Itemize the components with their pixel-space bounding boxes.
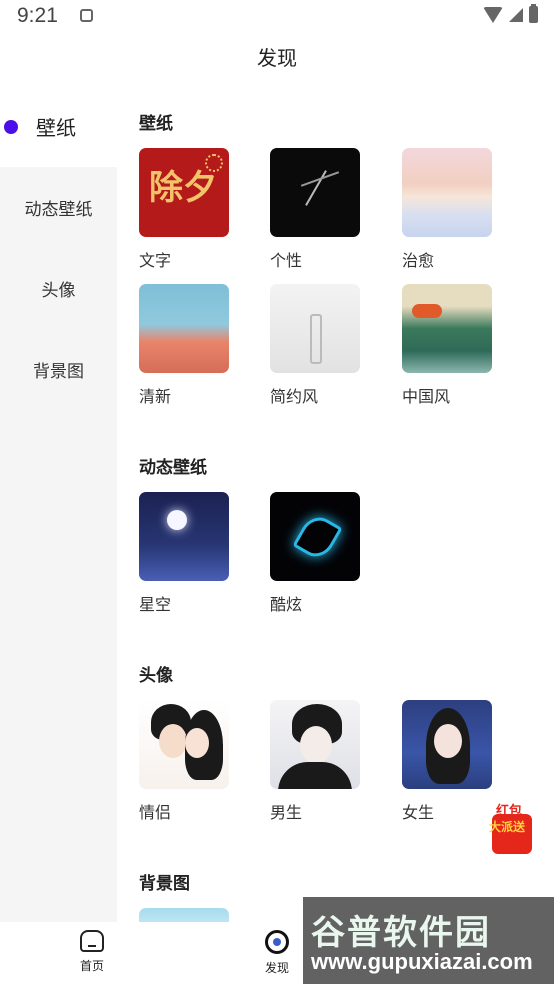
face-shape: [300, 726, 332, 764]
face-shape: [159, 724, 187, 758]
thumbnail: [402, 700, 492, 789]
battery-icon: [529, 4, 538, 23]
section-title-wallpaper: 壁纸: [139, 114, 173, 134]
thumbnail: [402, 284, 492, 373]
firework-icon: [205, 154, 223, 172]
shirt-shape: [278, 762, 352, 789]
section-title-background: 背景图: [139, 874, 190, 894]
tile-label: 治愈: [402, 251, 435, 270]
face-shape: [434, 724, 462, 758]
tile-label: 男生: [270, 803, 303, 822]
thumbnail: [139, 908, 229, 922]
tile-zhiyu[interactable]: 治愈: [402, 148, 492, 271]
thumbnail: [402, 148, 492, 237]
thumbnail: [270, 700, 360, 789]
home-icon: [80, 930, 104, 952]
thumbnail: [139, 700, 229, 789]
sidebar-item-label: 头像: [41, 280, 76, 301]
watermark-title: 谷普软件园: [311, 913, 491, 953]
active-dot-icon: [4, 120, 18, 134]
sidebar-item-avatar[interactable]: 头像: [0, 247, 117, 329]
tile-label: 简约风: [270, 387, 319, 406]
section-title-avatar: 头像: [139, 666, 173, 686]
tile-label: 女生: [402, 803, 435, 822]
nav-label: 发现: [264, 961, 289, 975]
tile-label: 酷炫: [270, 595, 303, 614]
sidebar-item-wallpaper[interactable]: 壁纸: [0, 85, 117, 167]
tile-label: 情侣: [139, 803, 172, 822]
tile-label: 星空: [139, 595, 172, 614]
tile-xingkong[interactable]: 星空: [139, 492, 229, 615]
section-title-live-wallpaper: 动态壁纸: [139, 458, 207, 478]
page-title: 发现: [257, 46, 297, 70]
tile-background-first[interactable]: [139, 908, 229, 922]
tile-zhongguo[interactable]: 中国风: [402, 284, 492, 407]
tile-nansheng[interactable]: 男生: [270, 700, 360, 823]
sidebar-item-live-wallpaper[interactable]: 动态壁纸: [0, 166, 117, 248]
nav-item-discover[interactable]: 发现: [247, 930, 307, 976]
status-bar: 9:21: [0, 0, 554, 34]
sidebar-item-label: 背景图: [33, 361, 84, 382]
tile-label: 个性: [270, 251, 303, 270]
tile-gexing[interactable]: 个性: [270, 148, 360, 271]
tile-label: 中国风: [402, 387, 451, 406]
signal-icon: [509, 7, 523, 22]
watermark: 谷普软件园 www.gupuxiazai.com: [303, 897, 554, 984]
vase-icon: [310, 314, 322, 364]
thumbnail: [139, 492, 229, 581]
sidebar-item-label: 壁纸: [36, 116, 76, 140]
nav-item-home[interactable]: 首页: [62, 930, 122, 974]
red-packet-promo[interactable]: 红包 大派送: [484, 800, 538, 860]
tile-wenzi[interactable]: 除夕 文字: [139, 148, 229, 271]
moon-icon: [167, 510, 187, 530]
wifi-icon: [483, 6, 503, 23]
promo-line1: 红包: [496, 804, 523, 819]
content-area: 壁纸 除夕 文字 个性 治愈 清新 简约风 中国风 动态壁纸 星空 酷炫 头像 …: [117, 85, 554, 922]
crack-line: [300, 171, 340, 187]
thumbnail: [270, 284, 360, 373]
sidebar-item-label: 动态壁纸: [24, 199, 93, 220]
cloud-icon: [412, 304, 442, 318]
tile-jianyue[interactable]: 简约风: [270, 284, 360, 407]
status-time: 9:21: [17, 4, 58, 27]
discover-icon: [265, 930, 289, 954]
tile-label: 文字: [139, 251, 172, 270]
nav-label: 首页: [79, 959, 104, 973]
tile-label: 清新: [139, 387, 172, 406]
watermark-url: www.gupuxiazai.com: [311, 949, 533, 974]
thumbnail: 除夕: [139, 148, 229, 237]
thumbnail: [139, 284, 229, 373]
category-sidebar: 壁纸 动态壁纸 头像 背景图: [0, 85, 117, 922]
thumbnail: [270, 148, 360, 237]
sidebar-item-background[interactable]: 背景图: [0, 328, 117, 410]
glow-swirl: [292, 510, 343, 564]
status-icons: [483, 4, 538, 23]
tile-nvsheng[interactable]: 女生: [402, 700, 492, 823]
notification-icon: [80, 9, 93, 22]
tile-kuxuan[interactable]: 酷炫: [270, 492, 360, 615]
tile-qingxin[interactable]: 清新: [139, 284, 229, 407]
tile-qinglv[interactable]: 情侣: [139, 700, 229, 823]
promo-line2: 大派送: [489, 820, 526, 834]
face-shape: [185, 728, 209, 758]
thumbnail: [270, 492, 360, 581]
